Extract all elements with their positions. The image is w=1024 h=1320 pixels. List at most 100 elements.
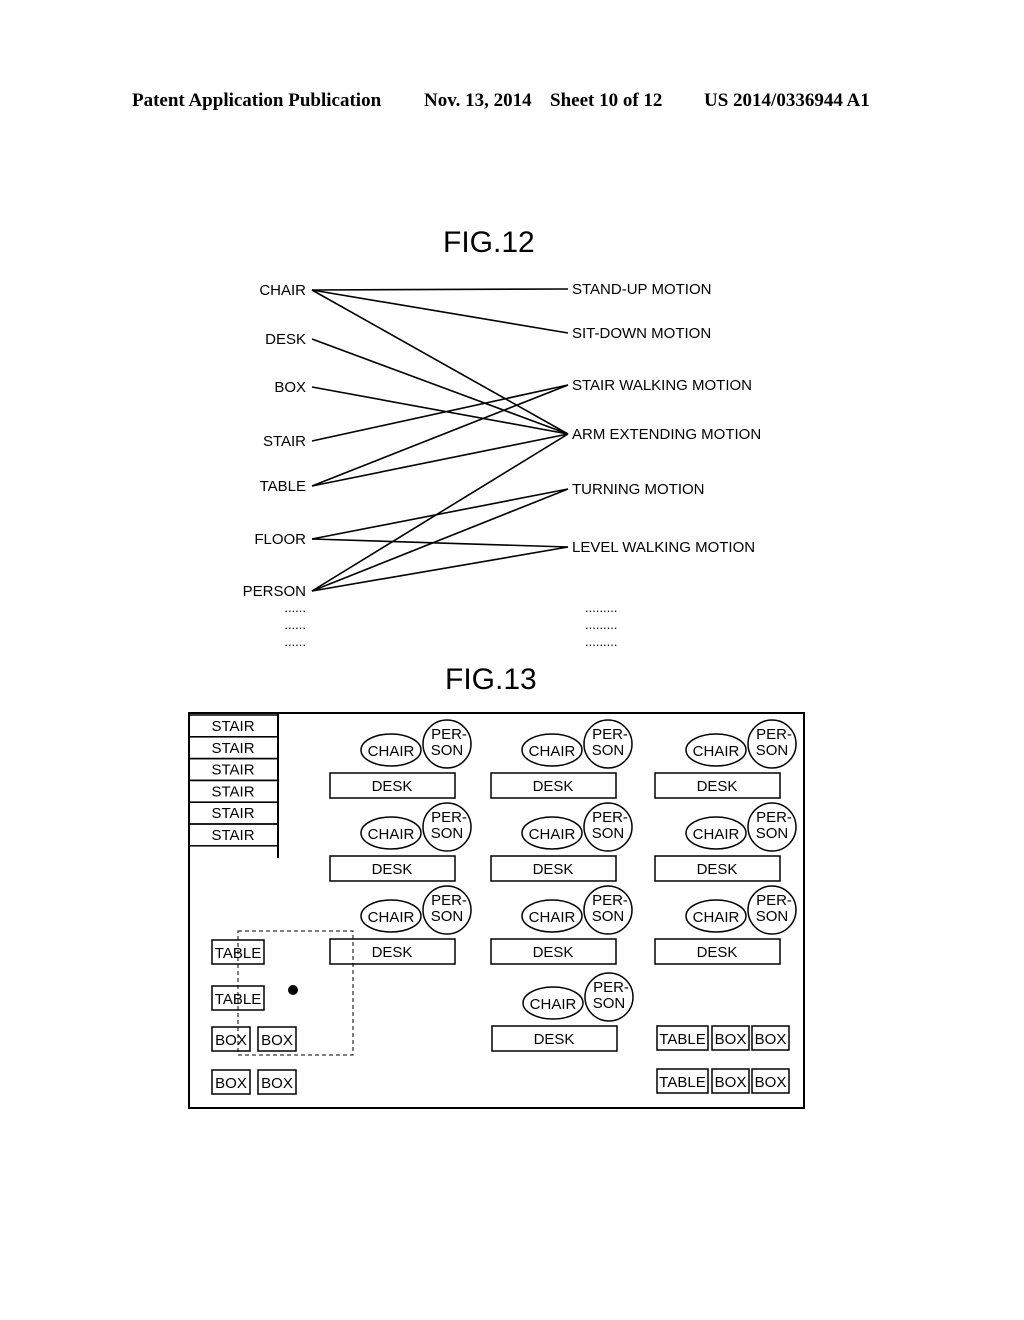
desk-label: DESK xyxy=(372,778,413,795)
workstation: CHAIR PER-SON DESK xyxy=(490,802,633,882)
person-label: PER- xyxy=(756,892,792,909)
chair-label: CHAIR xyxy=(368,743,415,760)
stair-step: STAIR xyxy=(188,823,279,847)
box-label: BOX xyxy=(261,1075,293,1092)
person-label: PER- xyxy=(431,726,467,743)
stair-step: STAIR xyxy=(188,736,279,760)
person: PER-SON xyxy=(584,972,634,1022)
desk-label: DESK xyxy=(697,778,738,795)
workstation: CHAIR PER-SON DESK xyxy=(490,885,633,965)
box: BOX xyxy=(257,1026,297,1052)
desk-label: DESK xyxy=(533,944,574,961)
person: PER-SON xyxy=(583,885,633,935)
workstation: CHAIR PER-SON DESK xyxy=(491,972,634,1052)
stair-label: STAIR xyxy=(211,718,254,735)
person-label: SON xyxy=(431,742,464,759)
desk-label: DESK xyxy=(697,861,738,878)
table: TABLE xyxy=(656,1025,709,1051)
desk-label: DESK xyxy=(372,944,413,961)
box: BOX xyxy=(711,1025,750,1051)
chair-label: CHAIR xyxy=(530,996,577,1013)
chair: CHAIR xyxy=(522,986,584,1020)
desk: DESK xyxy=(491,1025,618,1052)
person-label: SON xyxy=(592,742,625,759)
desk: DESK xyxy=(329,855,456,882)
chair: CHAIR xyxy=(685,733,747,767)
workstation: CHAIR PER-SON DESK xyxy=(654,802,797,882)
desk: DESK xyxy=(490,855,617,882)
person: PER-SON xyxy=(747,802,797,852)
box-label: BOX xyxy=(755,1031,787,1048)
person-label: SON xyxy=(593,995,626,1012)
box: BOX xyxy=(257,1069,297,1095)
desk-label: DESK xyxy=(533,778,574,795)
chair: CHAIR xyxy=(521,816,583,850)
box: BOX xyxy=(751,1068,790,1094)
desk: DESK xyxy=(490,938,617,965)
person-label: SON xyxy=(592,825,625,842)
person-label: PER- xyxy=(431,892,467,909)
stair-label: STAIR xyxy=(211,762,254,779)
fig13-floor-plan: STAIRSTAIRSTAIRSTAIRSTAIRSTAIRCHAIRPER-S… xyxy=(188,712,805,1109)
chair-label: CHAIR xyxy=(693,743,740,760)
chair: CHAIR xyxy=(360,733,422,767)
stair-step: STAIR xyxy=(188,779,279,803)
workstation: CHAIR PER-SON DESK xyxy=(329,802,472,882)
chair: CHAIR xyxy=(360,816,422,850)
person: PER-SON xyxy=(422,885,472,935)
workstation: CHAIR PER-SON DESK xyxy=(654,719,797,799)
person: PER-SON xyxy=(747,885,797,935)
box-label: BOX xyxy=(261,1032,293,1049)
stair-step: STAIR xyxy=(188,714,279,738)
workstation: CHAIR PER-SON DESK xyxy=(654,885,797,965)
person: PER-SON xyxy=(583,802,633,852)
person-label: PER- xyxy=(756,809,792,826)
chair: CHAIR xyxy=(521,899,583,933)
chair-label: CHAIR xyxy=(693,909,740,926)
chair: CHAIR xyxy=(685,899,747,933)
person-label: PER- xyxy=(756,726,792,743)
person-label: SON xyxy=(756,742,789,759)
person-label: PER- xyxy=(592,809,628,826)
person-label: PER- xyxy=(592,892,628,909)
person-label: SON xyxy=(756,825,789,842)
person-label: PER- xyxy=(593,979,629,996)
desk: DESK xyxy=(654,772,781,799)
box-label: BOX xyxy=(755,1074,787,1091)
stair-label: STAIR xyxy=(211,740,254,757)
chair: CHAIR xyxy=(360,899,422,933)
desk: DESK xyxy=(329,772,456,799)
workstation: CHAIR PER-SON DESK xyxy=(490,719,633,799)
desk: DESK xyxy=(329,938,456,965)
stair-step: STAIR xyxy=(188,801,279,825)
table: TABLE xyxy=(656,1068,709,1094)
chair: CHAIR xyxy=(521,733,583,767)
workstation: CHAIR PER-SON DESK xyxy=(329,719,472,799)
stair-label: STAIR xyxy=(211,783,254,800)
desk: DESK xyxy=(490,772,617,799)
chair-label: CHAIR xyxy=(693,826,740,843)
desk-label: DESK xyxy=(533,861,574,878)
table-label: TABLE xyxy=(659,1074,705,1091)
chair-label: CHAIR xyxy=(368,826,415,843)
stair-label: STAIR xyxy=(211,805,254,822)
workstation: CHAIR PER-SON DESK xyxy=(329,885,472,965)
desk-label: DESK xyxy=(697,944,738,961)
person-label: SON xyxy=(592,908,625,925)
chair-label: CHAIR xyxy=(529,743,576,760)
chair-label: CHAIR xyxy=(529,909,576,926)
person-label: SON xyxy=(756,908,789,925)
box: BOX xyxy=(711,1068,750,1094)
chair-label: CHAIR xyxy=(368,909,415,926)
person: PER-SON xyxy=(422,802,472,852)
person-label: PER- xyxy=(431,809,467,826)
person: PER-SON xyxy=(422,719,472,769)
box: BOX xyxy=(751,1025,790,1051)
stair-step: STAIR xyxy=(188,757,279,782)
box-label: BOX xyxy=(715,1031,747,1048)
stair-label: STAIR xyxy=(211,827,254,844)
person: PER-SON xyxy=(747,719,797,769)
desk-label: DESK xyxy=(372,861,413,878)
desk: DESK xyxy=(654,938,781,965)
box-label: BOX xyxy=(215,1075,247,1092)
